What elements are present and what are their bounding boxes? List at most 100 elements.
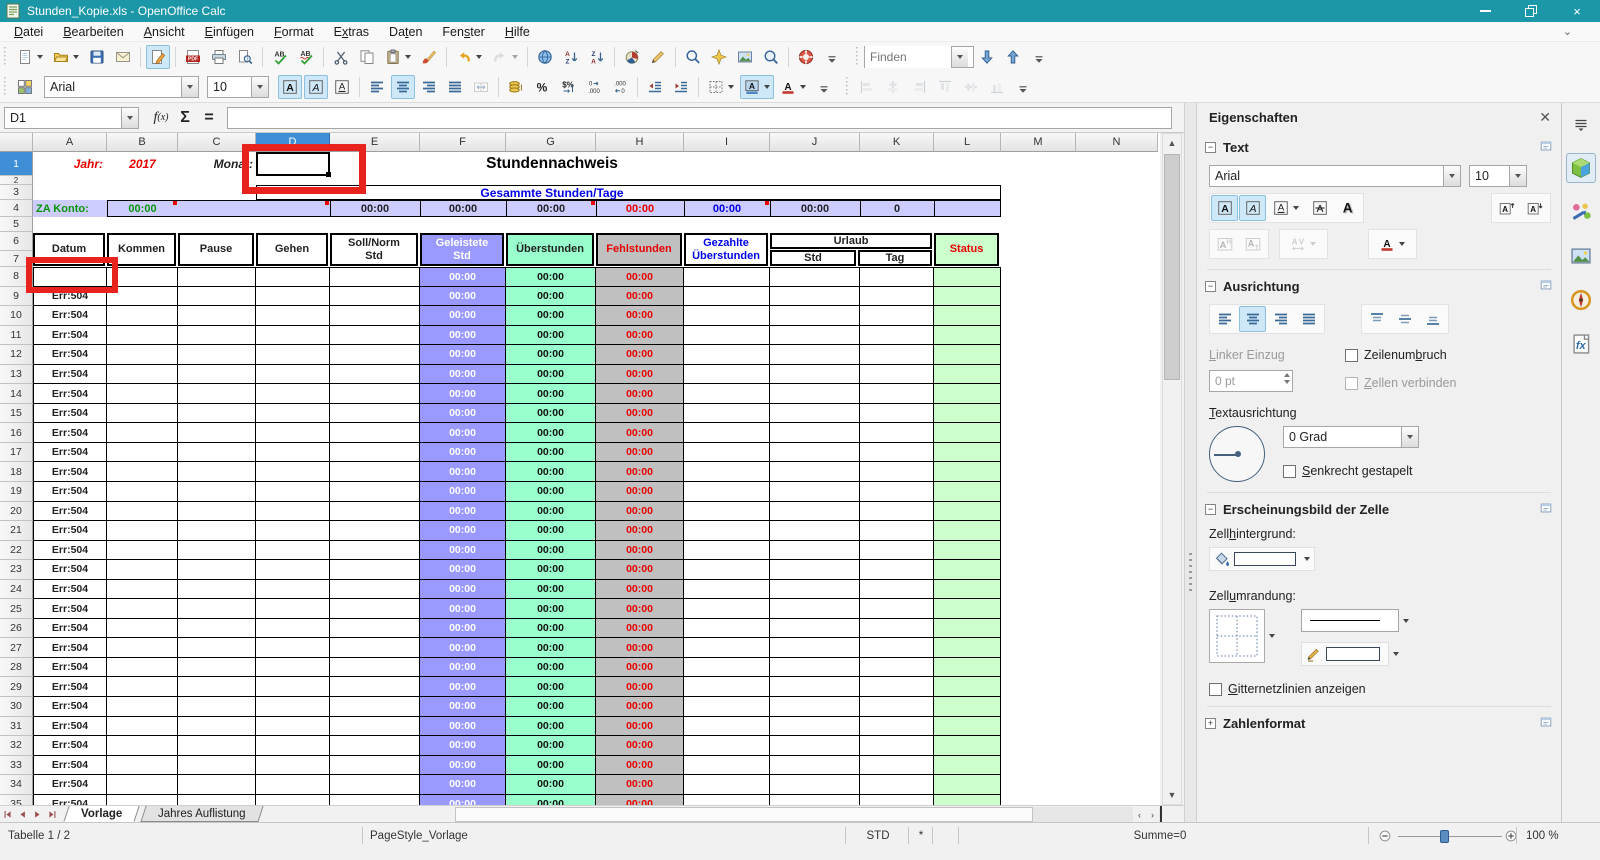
cell-H13[interactable]: 00:00 <box>596 365 684 385</box>
cell-D33[interactable] <box>256 756 330 776</box>
cell-H11[interactable]: 00:00 <box>596 326 684 346</box>
cell-K22[interactable] <box>860 541 934 561</box>
cell-J27[interactable] <box>770 638 860 658</box>
cell-F32[interactable]: 00:00 <box>420 736 506 756</box>
cell-C11[interactable] <box>178 326 256 346</box>
cell-I18[interactable] <box>684 462 770 482</box>
cell-J14[interactable] <box>770 384 860 404</box>
sidebar-splitter[interactable] <box>1184 103 1196 822</box>
cell-I12[interactable] <box>684 345 770 365</box>
merge-cells-button[interactable] <box>469 75 493 99</box>
cell-E32[interactable] <box>330 736 420 756</box>
font-name-combobox[interactable]: Arial <box>44 76 199 98</box>
cell-F23[interactable]: 00:00 <box>420 560 506 580</box>
print-file-button[interactable] <box>207 45 231 69</box>
zoom-button[interactable] <box>759 45 783 69</box>
cell-K16[interactable] <box>860 423 934 443</box>
restore-button[interactable] <box>1508 0 1554 22</box>
cell-I33[interactable] <box>684 756 770 776</box>
cell-E34[interactable] <box>330 775 420 795</box>
spellcheck-button[interactable]: AB <box>268 45 292 69</box>
grow-font-button[interactable]: A <box>1493 195 1520 221</box>
cell-C13[interactable] <box>178 365 256 385</box>
cell-A12[interactable]: Err:504 <box>33 345 107 365</box>
column-header-I[interactable]: I <box>684 133 770 152</box>
cell-B25[interactable] <box>107 599 178 619</box>
cell-A4[interactable]: ZA Konto: <box>36 200 106 217</box>
menu-ansicht[interactable]: Ansicht <box>134 23 195 41</box>
find-input[interactable] <box>865 46 951 68</box>
cell-D26[interactable] <box>256 619 330 639</box>
column-header-G[interactable]: G <box>506 133 596 152</box>
rotation-degree-combobox[interactable]: 0 Grad <box>1283 426 1419 448</box>
toolbar-grip[interactable] <box>3 47 8 67</box>
sort-ascending-button[interactable]: AZ <box>559 45 583 69</box>
obj-center-h-button[interactable] <box>881 75 905 99</box>
row-header-27[interactable]: 27 <box>0 638 33 658</box>
redo-button[interactable] <box>488 45 522 69</box>
cell-E16[interactable] <box>330 423 420 443</box>
dialog-launcher-icon[interactable] <box>1539 278 1553 295</box>
cell-E19[interactable] <box>330 482 420 502</box>
cell-G28[interactable]: 00:00 <box>506 658 596 678</box>
dialog-launcher-icon[interactable] <box>1539 501 1553 518</box>
cell-F8[interactable]: 00:00 <box>420 267 506 287</box>
cell-F24[interactable]: 00:00 <box>420 580 506 600</box>
font-color-a-button[interactable]: A <box>776 75 810 99</box>
cell-B28[interactable] <box>107 658 178 678</box>
cell-J34[interactable] <box>770 775 860 795</box>
obj-align-bottom-button[interactable] <box>985 75 1009 99</box>
cell-C25[interactable] <box>178 599 256 619</box>
cell-L10[interactable] <box>934 306 1001 326</box>
find-replace-button[interactable] <box>681 45 705 69</box>
cell-K28[interactable] <box>860 658 934 678</box>
vertical-scroll-thumb[interactable] <box>1164 154 1180 380</box>
cell-C24[interactable] <box>178 580 256 600</box>
cell-L29[interactable] <box>934 677 1001 697</box>
cell-K20[interactable] <box>860 502 934 522</box>
cell-A22[interactable]: Err:504 <box>33 541 107 561</box>
cell-K35[interactable] <box>860 795 934 805</box>
row-header-21[interactable]: 21 <box>0 521 33 541</box>
cell-C33[interactable] <box>178 756 256 776</box>
zoom-slider-thumb[interactable] <box>1440 830 1449 843</box>
cell-H15[interactable]: 00:00 <box>596 404 684 424</box>
cell-J19[interactable] <box>770 482 860 502</box>
obj-align-left-button[interactable] <box>855 75 879 99</box>
cell-C15[interactable] <box>178 404 256 424</box>
cell-I22[interactable] <box>684 541 770 561</box>
horizontal-scroll-thumb[interactable] <box>455 807 1033 822</box>
column-header-J[interactable]: J <box>770 133 860 152</box>
cell-J13[interactable] <box>770 365 860 385</box>
std-format-button[interactable]: $% <box>556 75 580 99</box>
border-picker[interactable] <box>1209 609 1265 663</box>
menu-einfügen[interactable]: Einfügen <box>195 23 264 41</box>
sidebar-font-color-button[interactable]: A <box>1370 231 1414 257</box>
cell-F30[interactable]: 00:00 <box>420 697 506 717</box>
cell-L31[interactable] <box>934 717 1001 737</box>
dialog-launcher-icon[interactable] <box>1539 139 1553 156</box>
cell-C23[interactable] <box>178 560 256 580</box>
cell-F28[interactable]: 00:00 <box>420 658 506 678</box>
character-spacing-button[interactable]: AV <box>1281 231 1325 257</box>
cell-C26[interactable] <box>178 619 256 639</box>
cell-I27[interactable] <box>684 638 770 658</box>
row-header-30[interactable]: 30 <box>0 697 33 717</box>
cell-J24[interactable] <box>770 580 860 600</box>
auto-spellcheck-button[interactable]: AB <box>294 45 318 69</box>
obj-center-v-button[interactable] <box>959 75 983 99</box>
sidebar-menu-button[interactable] <box>1566 109 1596 139</box>
superscript-button[interactable]: AH <box>1211 231 1238 257</box>
toolbar-grip[interactable] <box>3 77 8 97</box>
collapse-icon[interactable]: − <box>1205 142 1216 153</box>
valign-top-button[interactable] <box>1363 306 1390 332</box>
header-status[interactable]: Status <box>934 233 999 266</box>
zoom-level[interactable]: 100 % <box>1526 823 1559 848</box>
cell-K33[interactable] <box>860 756 934 776</box>
cell-background-button[interactable] <box>1209 547 1315 571</box>
cell-G8[interactable]: 00:00 <box>506 267 596 287</box>
cell-I8[interactable] <box>684 267 770 287</box>
cell-H9[interactable]: 00:00 <box>596 287 684 307</box>
cell-F26[interactable]: 00:00 <box>420 619 506 639</box>
cell-K26[interactable] <box>860 619 934 639</box>
